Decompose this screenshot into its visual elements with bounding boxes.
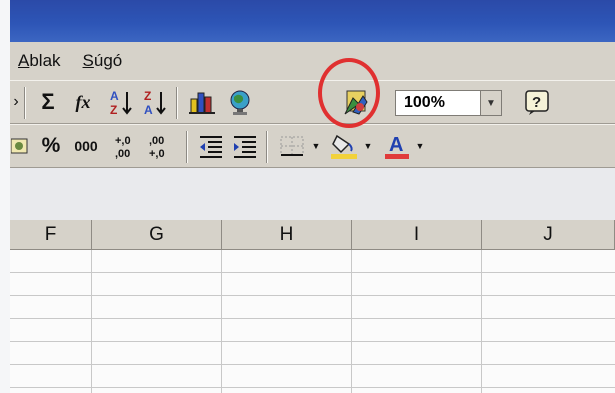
menu-item-window[interactable]: Ablak: [14, 49, 65, 73]
currency-button[interactable]: [10, 131, 30, 161]
help-assistant-icon: ?: [525, 90, 549, 115]
office-assistant-button[interactable]: ?: [520, 87, 554, 117]
toolbar-separator: [186, 131, 188, 163]
font-color-icon: A: [385, 134, 409, 159]
column-header-H[interactable]: H: [222, 220, 352, 250]
formula-bar-area: [10, 168, 615, 220]
currency-icon: [11, 138, 28, 154]
row-gridline: [10, 295, 615, 296]
svg-text:A: A: [110, 89, 119, 103]
row-gridline: [10, 341, 615, 342]
svg-text:A: A: [144, 103, 153, 116]
svg-text:,00: ,00: [149, 135, 164, 147]
sort-ascending-icon: A Z: [110, 89, 132, 116]
spreadsheet-grid[interactable]: F G H I J: [10, 220, 615, 393]
row-gridline: [10, 387, 615, 388]
decrease-indent-button[interactable]: [196, 131, 226, 161]
standard-toolbar: › Σ fx A Z Z A 100% ▼ ?: [10, 80, 615, 124]
increase-decimal-icon: +,0 ,00: [115, 135, 131, 160]
toolbar-separator: [24, 87, 26, 119]
row-gridline: [10, 364, 615, 365]
title-bar: [10, 0, 615, 42]
fill-color-button[interactable]: [328, 131, 360, 161]
chart-wizard-icon: [189, 92, 215, 114]
highlight-circle: [318, 58, 380, 128]
percent-style-button[interactable]: %: [38, 131, 64, 161]
sort-ascending-button[interactable]: A Z: [106, 87, 136, 117]
chart-wizard-button[interactable]: [186, 87, 220, 117]
increase-decimal-button[interactable]: +,0 ,00: [110, 131, 142, 161]
globe-icon: [230, 90, 250, 115]
menu-bar: Ablak Súgó: [10, 42, 615, 80]
column-header-G[interactable]: G: [92, 220, 222, 250]
svg-text:A: A: [389, 134, 403, 156]
formatting-toolbar: % 000 +,0 ,00 ,00 +,0 ▼ ▼ A ▼: [10, 124, 615, 168]
toolbar-separator: [266, 131, 268, 163]
svg-text:+,0: +,0: [115, 135, 131, 147]
borders-button[interactable]: [276, 131, 308, 161]
comma-style-button[interactable]: 000: [68, 131, 104, 161]
function-icon: fx: [75, 91, 91, 112]
autosum-button[interactable]: Σ: [34, 87, 62, 117]
toolbar-separator: [176, 87, 178, 119]
chevron-down-icon: ▼: [311, 141, 321, 151]
font-color-button[interactable]: A: [382, 131, 412, 161]
borders-dropdown[interactable]: ▼: [310, 131, 322, 161]
decrease-decimal-button[interactable]: ,00 +,0: [144, 131, 176, 161]
percent-icon: %: [41, 134, 61, 157]
increase-indent-button[interactable]: [230, 131, 260, 161]
column-header-I[interactable]: I: [352, 220, 482, 250]
sigma-icon: Σ: [41, 89, 55, 114]
menu-item-help[interactable]: Súgó: [79, 49, 127, 73]
decrease-decimal-icon: ,00 +,0: [149, 135, 165, 160]
svg-text:?: ?: [532, 94, 541, 111]
zoom-combobox[interactable]: 100% ▼: [395, 90, 502, 116]
row-gridline: [10, 272, 615, 273]
sort-descending-icon: Z A: [144, 89, 166, 116]
zoom-value: 100%: [404, 94, 445, 111]
chevron-down-icon: ▼: [415, 141, 425, 151]
svg-text:Z: Z: [110, 103, 117, 116]
row-gridline: [10, 318, 615, 319]
svg-text:Z: Z: [144, 89, 151, 103]
chevron-down-icon: ▼: [363, 141, 373, 151]
toolbar-overflow-icon[interactable]: ›: [10, 87, 22, 117]
map-button[interactable]: [224, 87, 256, 117]
fill-color-icon: [331, 134, 357, 159]
thousands-icon: 000: [74, 138, 98, 154]
chevron-down-icon[interactable]: ▼: [480, 91, 501, 115]
column-header-J[interactable]: J: [482, 220, 615, 250]
increase-indent-icon: [234, 136, 256, 158]
fill-color-dropdown[interactable]: ▼: [362, 131, 374, 161]
svg-text:,00: ,00: [115, 148, 130, 160]
borders-icon: [280, 136, 304, 156]
decrease-indent-icon: [200, 136, 222, 158]
column-header-F[interactable]: F: [10, 220, 92, 250]
sort-descending-button[interactable]: Z A: [140, 87, 170, 117]
font-color-dropdown[interactable]: ▼: [414, 131, 426, 161]
paste-function-button[interactable]: fx: [68, 87, 98, 117]
window-left-edge: [0, 0, 10, 393]
svg-text:+,0: +,0: [149, 148, 165, 160]
